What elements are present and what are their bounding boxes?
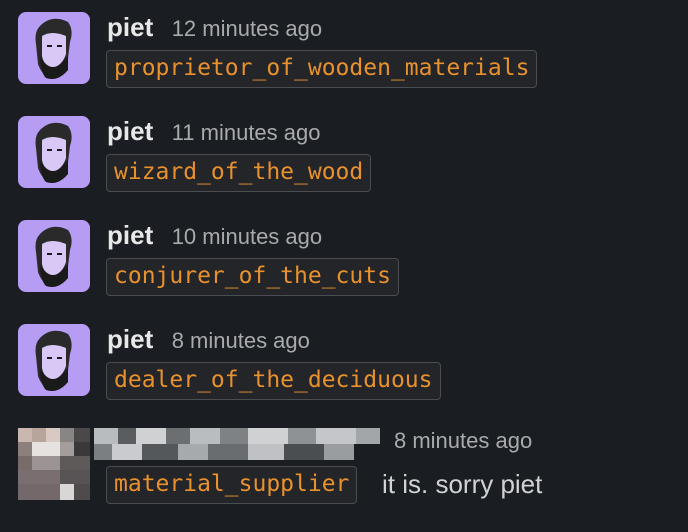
inline-code: conjurer_of_the_cuts (106, 258, 399, 296)
avatar[interactable] (18, 220, 90, 292)
bearded-man-icon (35, 122, 72, 183)
inline-code: material_supplier (106, 466, 358, 504)
timestamp[interactable]: 10 minutes ago (172, 224, 322, 250)
message-text: it is. sorry piet (382, 469, 543, 499)
bearded-man-icon (35, 18, 72, 79)
inline-code: wizard_of_the_wood (106, 154, 372, 192)
inline-code: dealer_of_the_deciduous (106, 362, 441, 400)
bearded-man-icon (35, 226, 72, 287)
author-name[interactable]: piet (107, 220, 153, 251)
timestamp[interactable]: 12 minutes ago (172, 16, 322, 42)
author-name[interactable]: piet (107, 116, 153, 147)
author-name[interactable]: piet (107, 12, 153, 43)
redacted-avatar[interactable] (18, 428, 90, 500)
author-name[interactable]: piet (107, 324, 153, 355)
timestamp[interactable]: 8 minutes ago (172, 328, 310, 354)
timestamp[interactable]: 11 minutes ago (172, 120, 321, 146)
timestamp[interactable]: 8 minutes ago (394, 428, 532, 454)
avatar[interactable] (18, 324, 90, 396)
avatar[interactable] (18, 116, 90, 188)
bearded-man-icon (35, 330, 72, 391)
redacted-author-name[interactable] (94, 428, 384, 462)
inline-code: proprietor_of_wooden_materials (106, 50, 538, 88)
avatar[interactable] (18, 12, 90, 84)
